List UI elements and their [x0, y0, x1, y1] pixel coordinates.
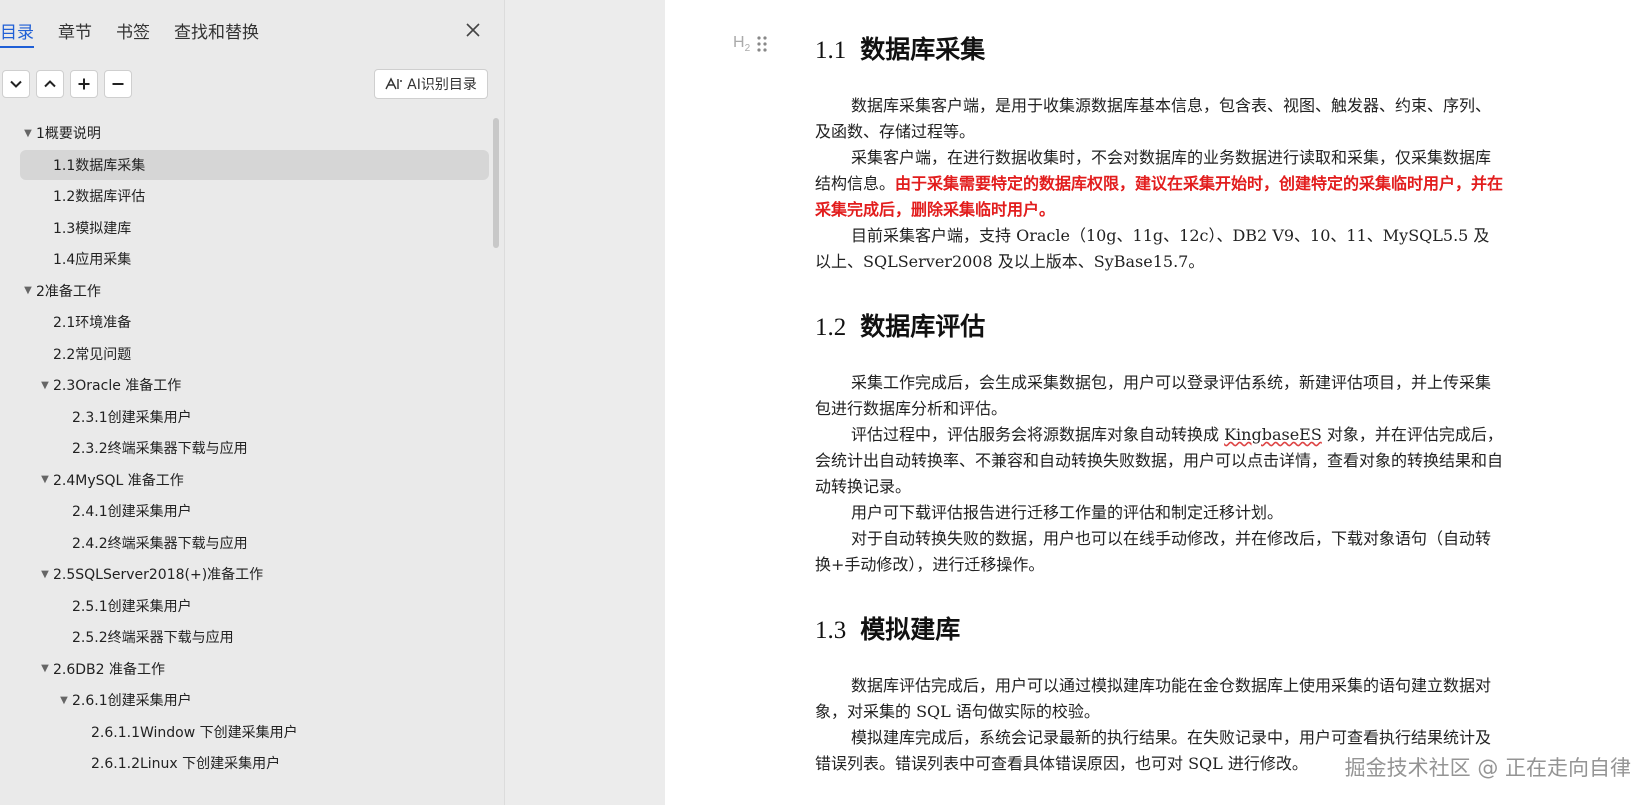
toc-item[interactable]: 2.3.1创建采集用户	[20, 402, 489, 432]
toc-item-label: 2.3.2终端采集器下载与应用	[72, 441, 248, 457]
caret-down-icon[interactable]: ▼	[37, 474, 53, 485]
heading-1-3[interactable]: 1.3 模拟建库	[815, 610, 960, 646]
add-heading-button[interactable]	[70, 70, 98, 98]
caret-down-icon[interactable]: ▼	[56, 695, 72, 706]
toc-item-label: 1.4应用采集	[53, 252, 132, 268]
toc-item-label: 2.6DB2 准备工作	[53, 661, 166, 678]
paragraph[interactable]: 采集客户端，在进行数据收集时，不会对数据库的业务数据进行读取和采集，仅采集数据库…	[815, 145, 1505, 223]
spellcheck-word: KingbaseES	[1224, 425, 1322, 444]
paragraph[interactable]: 对于自动转换失败的数据，用户也可以在线手动修改，并在修改后，下载对象语句（自动转…	[815, 526, 1505, 578]
toc-item[interactable]: ▼ 2.6DB2 准备工作	[20, 654, 489, 684]
chevron-down-icon	[10, 80, 22, 88]
app-window: 目录 章节 书签 查找和替换 AI识别目录 ▼ 1概要说明 1.1数据库采集 1…	[0, 0, 1649, 805]
toc-item-label: 2.3.1创建采集用户	[72, 409, 192, 426]
toc-item-label: 1.2数据库评估	[53, 189, 146, 205]
paragraph[interactable]: 评估过程中，评估服务会将源数据库对象自动转换成 KingbaseES 对象，并在…	[815, 422, 1505, 500]
watermark: 掘金技术社区 @ 正在走向自律	[1344, 756, 1631, 780]
document-page[interactable]: H2 1.1 数据库采集 数据库采集客户端，是用于收集源数据库基本信息，包含表、视…	[665, 0, 1649, 805]
toc-item-label: 2.4.1创建采集用户	[72, 504, 192, 520]
tab-chapters[interactable]: 章节	[58, 16, 92, 48]
ai-detect-toc-label: AI识别目录	[407, 77, 477, 93]
toc-scrollbar[interactable]	[493, 118, 499, 248]
toc-item-label: 2.6.1.2Linux 下创建采集用户	[91, 756, 281, 772]
toc-item[interactable]: ▼ 1概要说明	[20, 118, 489, 148]
toc-item-label: 1.1数据库采集	[53, 157, 146, 174]
ai-detect-toc-button[interactable]: AI识别目录	[374, 69, 488, 99]
paragraph[interactable]: 目前采集客户端，支持 Oracle（10g、11g、12c）、DB2 V9、10…	[815, 223, 1505, 275]
toc-item[interactable]: ▼ 2准备工作	[20, 276, 489, 306]
caret-down-icon[interactable]: ▼	[37, 663, 53, 674]
expand-down-button[interactable]	[2, 70, 30, 98]
toc-item-label: 2.5.1创建采集用户	[72, 598, 192, 615]
toc-item[interactable]: 1.2数据库评估	[20, 181, 489, 211]
paragraph[interactable]: 采集工作完成后，会生成采集数据包，用户可以登录评估系统，新建评估项目，并上传采集…	[815, 370, 1505, 422]
toc-item-label: 2.4.2终端采集器下载与应用	[72, 535, 248, 552]
heading-handle[interactable]: H2	[733, 34, 768, 54]
chevron-up-icon	[44, 80, 56, 88]
caret-down-icon[interactable]: ▼	[20, 128, 36, 139]
heading-level-tag: H2	[733, 34, 751, 55]
minus-icon	[112, 83, 124, 85]
ai-sparkle-icon	[385, 77, 403, 90]
toc-item-label: 2.6.1.1Window 下创建采集用户	[91, 724, 298, 741]
tab-bookmarks[interactable]: 书签	[116, 16, 150, 48]
toc-item[interactable]: 2.6.1.2Linux 下创建采集用户	[20, 748, 489, 778]
highlighted-warning-text: 由于采集需要特定的数据库权限，建议在采集开始时，创建特定的采集临时用户，并在采集…	[815, 174, 1504, 219]
tab-toc[interactable]: 目录	[0, 16, 34, 48]
drag-handle-icon[interactable]	[756, 35, 768, 53]
toc-item[interactable]: 2.4.2终端采集器下载与应用	[20, 528, 489, 558]
toc-item[interactable]: ▼ 2.4MySQL 准备工作	[20, 465, 489, 495]
navigation-pane: 目录 章节 书签 查找和替换 AI识别目录 ▼ 1概要说明 1.1数据库采集 1…	[0, 0, 505, 805]
toc-toolbar	[2, 70, 138, 98]
close-icon[interactable]	[461, 18, 485, 42]
toc-item[interactable]: ▼ 2.5SQLServer2018(+)准备工作	[20, 559, 489, 589]
toc-item[interactable]: 1.3模拟建库	[20, 213, 489, 243]
toc-item[interactable]: 2.3.2终端采集器下载与应用	[20, 433, 489, 463]
toc-item[interactable]: 2.1环境准备	[20, 307, 489, 337]
collapse-up-button[interactable]	[36, 70, 64, 98]
toc-item[interactable]: 2.6.1.1Window 下创建采集用户	[20, 717, 489, 747]
toc-item[interactable]: 2.2常见问题	[20, 339, 489, 369]
toc-item[interactable]: 1.4应用采集	[20, 244, 489, 274]
toc-item[interactable]: 2.5.2终端采器下载与应用	[20, 622, 489, 652]
toc-item-label: 1概要说明	[36, 126, 101, 142]
toc-item-label: 1.3模拟建库	[53, 220, 132, 237]
paragraph[interactable]: 用户可下载评估报告进行迁移工作量的评估和制定迁移计划。	[815, 500, 1505, 526]
toc-item-label: 2.5SQLServer2018(+)准备工作	[53, 567, 264, 583]
toc-item[interactable]: 2.4.1创建采集用户	[20, 496, 489, 526]
toc-item[interactable]: ▼ 2.3Oracle 准备工作	[20, 370, 489, 400]
toc-item[interactable]: 2.5.1创建采集用户	[20, 591, 489, 621]
toc-item-label: 2.1环境准备	[53, 315, 132, 331]
caret-down-icon[interactable]: ▼	[37, 569, 53, 580]
toc-item-label: 2.3Oracle 准备工作	[53, 378, 182, 394]
paragraph[interactable]: 数据库采集客户端，是用于收集源数据库基本信息，包含表、视图、触发器、约束、序列、…	[815, 93, 1505, 145]
toc-item[interactable]: 1.1数据库采集	[20, 149, 489, 180]
toc-item-label: 2.2常见问题	[53, 346, 132, 363]
paragraph[interactable]: 数据库评估完成后，用户可以通过模拟建库功能在金仓数据库上使用采集的语句建立数据对…	[815, 673, 1505, 725]
heading-1-2[interactable]: 1.2 数据库评估	[815, 307, 985, 343]
toc-tree: ▼ 1概要说明 1.1数据库采集 1.2数据库评估 1.3模拟建库 1.4应用采集 ▼ 2准备…	[0, 118, 490, 805]
toc-item-label: 2.5.2终端采器下载与应用	[72, 630, 234, 646]
caret-down-icon[interactable]: ▼	[20, 285, 36, 296]
tab-find-replace[interactable]: 查找和替换	[174, 16, 259, 48]
toc-item[interactable]: ▼ 2.6.1创建采集用户	[20, 685, 489, 715]
toc-item-label: 2.4MySQL 准备工作	[53, 472, 184, 489]
heading-1-1[interactable]: 1.1 数据库采集	[815, 30, 985, 66]
toc-item-label: 2.6.1创建采集用户	[72, 693, 192, 709]
nav-tabs: 目录 章节 书签 查找和替换	[0, 16, 283, 50]
remove-heading-button[interactable]	[104, 70, 132, 98]
toc-item-label: 2准备工作	[36, 283, 101, 300]
caret-down-icon[interactable]: ▼	[37, 380, 53, 391]
plus-icon	[78, 78, 90, 90]
